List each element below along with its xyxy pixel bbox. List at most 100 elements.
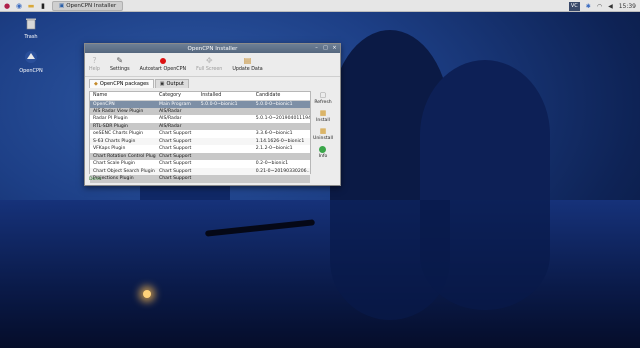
column-header-name[interactable]: Name [90, 92, 156, 101]
help-icon: ? [92, 56, 97, 65]
tab-opencpn-packages[interactable]: ◆ OpenCPN packages [89, 79, 154, 88]
cell-name: Chart Scale Plugin [93, 161, 135, 167]
table-row[interactable]: S-63 Charts Plugin Chart Support 1.14.1626… [90, 137, 310, 145]
folder-icon[interactable]: ▬ [26, 1, 36, 11]
settings-button[interactable]: ✎ Settings [110, 56, 130, 72]
cell-installed [197, 152, 253, 160]
packages-table: Name Category Installed Candidate OpenCP… [90, 92, 310, 183]
desktop-icon-opencpn[interactable]: OpenCPN [16, 50, 46, 74]
cell-category: Chart Support [159, 161, 192, 167]
window-titlebar[interactable]: OpenCPN Installer – □ × [85, 44, 340, 53]
raspberry-menu-icon[interactable]: ● [2, 1, 12, 11]
column-header-candidate[interactable]: Candidate [252, 92, 310, 101]
cell-installed [197, 137, 253, 145]
toolbar: ? Help ✎ Settings Autostart OpenCPN ✥ Fu… [85, 53, 340, 77]
table-row[interactable]: RTL-SDR Plugin AIS/Radar [90, 122, 310, 130]
cell-category: AIS/Radar [156, 122, 198, 130]
table-row[interactable]: Projections Plugin Chart Support [90, 175, 310, 183]
side-label: Refresh [314, 100, 332, 105]
cell-candidate [252, 107, 310, 115]
cell-category: Chart Support [159, 131, 192, 137]
wifi-icon[interactable]: ◠ [597, 3, 602, 10]
cell-candidate [252, 152, 310, 160]
bluetooth-icon[interactable]: ✱ [586, 3, 591, 10]
side-label: Info [318, 154, 328, 159]
cell-category: Chart Support [156, 137, 198, 145]
opencpn-icon: ▣ [59, 2, 65, 9]
maximize-icon[interactable]: □ [322, 45, 329, 52]
wallpaper-mountain [420, 60, 550, 210]
cell-name: oeSENC Charts Plugin [93, 131, 144, 137]
info-icon [319, 145, 327, 153]
tool-label: Settings [109, 67, 130, 72]
fullscreen-icon: ✥ [205, 56, 213, 65]
top-panel: ● ◉ ▬ ▮ ▣ OpenCPN Installer VC ✱ ◠ ◀ 15:… [0, 0, 640, 12]
table-row[interactable]: Chart Scale Plugin Chart Support 0.2-0~bio… [90, 160, 310, 168]
table-row[interactable]: Radar PI Plugin AIS/Radar 5.0.1-0~20190401… [90, 115, 310, 123]
cell-name: S-63 Charts Plugin [90, 137, 156, 145]
column-header-category[interactable]: Category [156, 92, 198, 101]
window-title: OpenCPN Installer [187, 45, 238, 52]
column-header-installed[interactable]: Installed [197, 92, 253, 101]
install-icon: ▦ [319, 109, 327, 117]
cell-candidate: 2.1.2-0~bionic1 [255, 146, 293, 152]
cell-category: AIS/Radar [156, 107, 198, 115]
table-row[interactable]: OpenCPN Main Program 5.0.0-0~bionic1 5.0.0-… [90, 100, 310, 108]
cell-category: Chart Support [156, 152, 198, 160]
update-icon: ▤ [243, 56, 252, 65]
help-button[interactable]: ? Help [89, 56, 100, 72]
clock[interactable]: 15:39 [619, 3, 636, 10]
update-data-button[interactable]: ▤ Update Data [232, 56, 262, 72]
table-row[interactable]: Chart Object Search Plugin Chart Support 0… [90, 167, 310, 175]
cell-name: AIS Radar View Plugin [90, 107, 156, 115]
tool-label: Update Data [232, 67, 263, 72]
tool-label: Full Screen [196, 67, 223, 72]
output-icon: ▣ [159, 81, 165, 87]
packages-table-container: Name Category Installed Candidate OpenCP… [89, 91, 311, 183]
table-row[interactable]: AIS Radar View Plugin AIS/Radar [90, 107, 310, 115]
close-icon[interactable]: × [331, 45, 338, 52]
cell-installed [198, 145, 253, 153]
desktop-icon-trash[interactable]: Trash [16, 16, 46, 40]
volume-icon[interactable]: ◀ [608, 3, 613, 10]
installer-window: OpenCPN Installer – □ × ? Help ✎ Setting… [84, 43, 341, 186]
tab-label: OpenCPN packages [99, 81, 149, 87]
side-label: Install [316, 118, 330, 123]
cell-candidate [252, 175, 310, 183]
info-button[interactable]: Info [318, 145, 328, 159]
cell-candidate: 5.0.0-0~bionic1 [252, 100, 310, 108]
cell-name: Radar PI Plugin [93, 116, 128, 122]
install-button[interactable]: ▦ Install [316, 109, 330, 123]
cell-name: OpenCPN [90, 100, 156, 108]
cell-category: Main Program [156, 100, 198, 108]
minimize-icon[interactable]: – [313, 45, 320, 52]
cell-installed [198, 160, 253, 168]
taskbar-window-button[interactable]: ▣ OpenCPN Installer [52, 0, 124, 11]
cell-name: RTL-SDR Plugin [90, 122, 156, 130]
uninstall-button[interactable]: ▦ Uninstall [313, 127, 333, 141]
tool-label: Help [89, 67, 100, 72]
full-screen-button[interactable]: ✥ Full Screen [196, 56, 222, 72]
side-actions: ▢ Refresh ▦ Install ▦ Uninstall Info [310, 91, 336, 159]
cell-installed [197, 175, 253, 183]
tab-output[interactable]: ▣ Output [154, 79, 189, 88]
tab-label: Output [166, 81, 184, 87]
side-label: Uninstall [312, 136, 334, 141]
table-row[interactable]: oeSENC Charts Plugin Chart Support 3.3.6-0… [90, 130, 310, 138]
cell-candidate: 0.2-0~bionic1 [255, 161, 289, 167]
table-row[interactable]: Chart Rotation Control Plugin Chart Suppo… [90, 152, 310, 160]
terminal-icon[interactable]: ▮ [38, 1, 48, 11]
vnc-icon[interactable]: VC [568, 1, 580, 11]
autostart-opencpn-button[interactable]: Autostart OpenCPN [140, 56, 186, 72]
table-row[interactable]: VFKaps Plugin Chart Support 2.1.2-0~bionic… [90, 145, 310, 153]
wallpaper-reflection [420, 200, 550, 310]
status-text: Done [89, 177, 102, 182]
cell-category: Chart Support [156, 167, 198, 175]
browser-icon[interactable]: ◉ [14, 1, 24, 11]
uninstall-icon: ▦ [319, 127, 327, 135]
cell-name: Chart Object Search Plugin [90, 167, 156, 175]
cell-category: Chart Support [156, 175, 198, 183]
cell-installed [198, 115, 253, 123]
refresh-button[interactable]: ▢ Refresh [314, 91, 331, 105]
package-icon: ◆ [94, 81, 98, 87]
